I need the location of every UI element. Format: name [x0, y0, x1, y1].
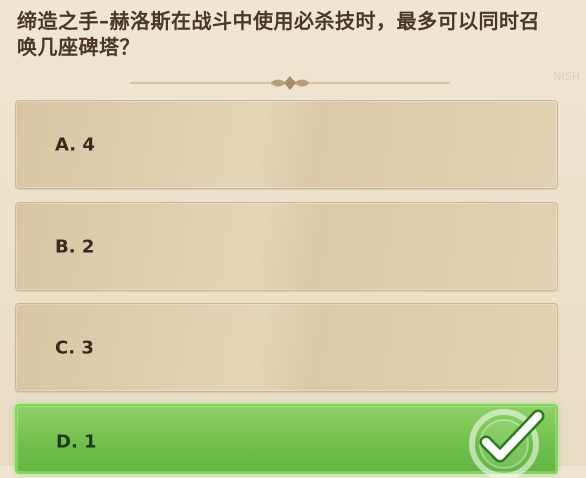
- option-a-label: A. 4: [55, 134, 95, 155]
- background-ghost-text: NISH: [553, 70, 580, 83]
- ornament-divider-icon: [130, 76, 450, 90]
- option-c[interactable]: C. 3: [15, 303, 558, 392]
- option-a[interactable]: A. 4: [15, 100, 558, 189]
- checkmark-icon: [469, 409, 545, 478]
- option-d-correct[interactable]: D. 1: [15, 404, 558, 478]
- option-b-label: B. 2: [55, 236, 95, 257]
- option-c-label: C. 3: [55, 337, 94, 358]
- option-b[interactable]: B. 2: [15, 202, 558, 291]
- option-d-label: D. 1: [56, 431, 97, 453]
- question-text: 缔造之手–赫洛斯在战斗中使用必杀技时，最多可以同时召唤几座碑塔？: [17, 9, 540, 59]
